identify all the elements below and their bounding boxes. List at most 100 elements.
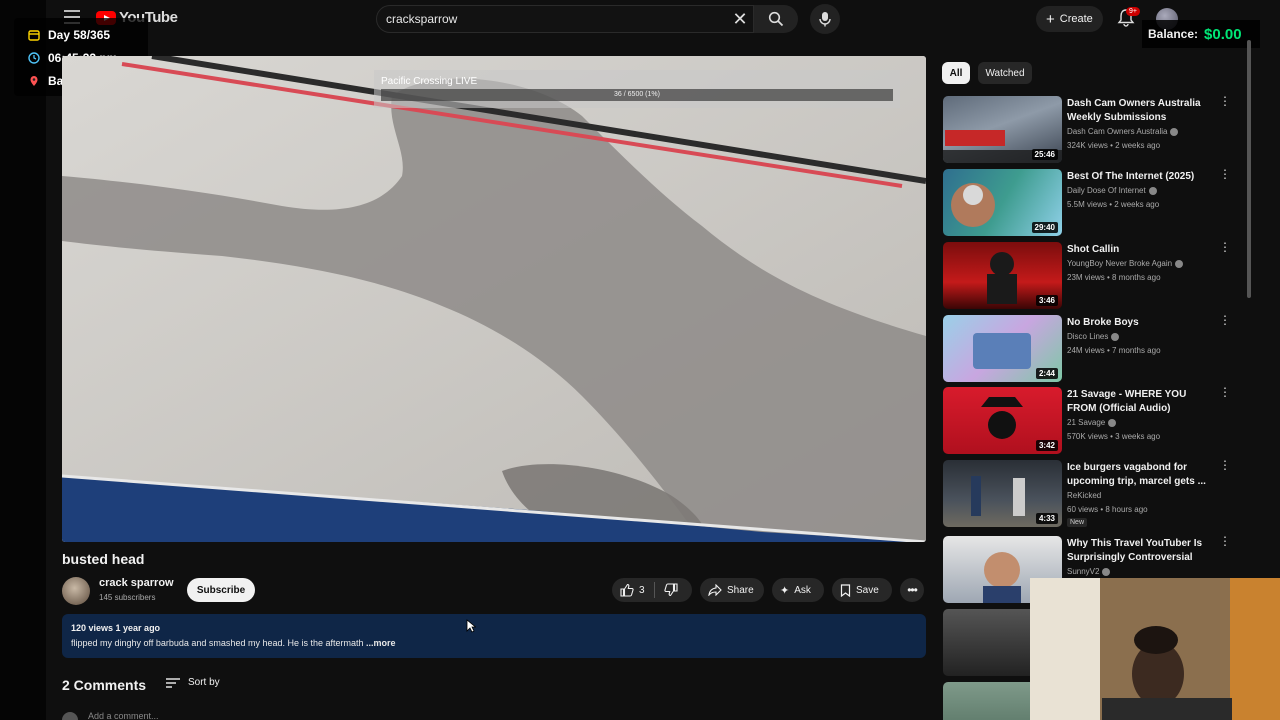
more-options-icon[interactable]: ⋮ (1219, 535, 1231, 547)
channel-name[interactable]: crack sparrow (99, 577, 174, 589)
verified-icon (1175, 259, 1184, 268)
recommendation-item[interactable]: 3:46 Shot Callin YoungBoy Never Broke Ag… (943, 241, 1233, 310)
recommendation-item[interactable]: 25:46 Dash Cam Owners Australia Weekly S… (943, 95, 1233, 164)
recommendation-title[interactable]: Ice burgers vagabond for upcoming trip, … (1067, 461, 1215, 489)
video-thumbnail[interactable]: 4:33 (943, 460, 1062, 527)
like-dislike-group: 3 (612, 578, 692, 602)
video-thumbnail[interactable]: 3:42 (943, 387, 1062, 454)
recommendation-title[interactable]: 21 Savage - WHERE YOU FROM (Official Aud… (1067, 388, 1215, 416)
recommendation-title[interactable]: Why This Travel YouTuber Is Surprisingly… (1067, 537, 1215, 565)
duration-badge: 4:33 (1035, 513, 1058, 524)
left-edge-shade (0, 0, 46, 720)
recommendation-title[interactable]: No Broke Boys (1067, 316, 1215, 330)
share-label: Share (727, 584, 754, 596)
thumbs-down-icon[interactable] (663, 583, 678, 597)
recommendation-item[interactable]: 4:33 Ice burgers vagabond for upcoming t… (943, 459, 1233, 528)
add-comment-field[interactable]: Add a comment... (62, 711, 462, 720)
video-frame (62, 56, 926, 542)
balance-overlay: Balance: $0.00 (1142, 20, 1260, 48)
video-player[interactable]: Pacific Crossing LIVE 36 / 6500 (1%) (62, 56, 926, 542)
duration-badge: 25:46 (1031, 149, 1058, 160)
recommendation-channel[interactable]: ReKicked (1067, 491, 1101, 500)
more-options-icon[interactable]: ⋮ (1219, 386, 1231, 398)
save-label: Save (856, 584, 879, 596)
search-input[interactable]: cracksparrow (376, 5, 754, 33)
more-horizontal-icon: ••• (907, 583, 918, 597)
clock-icon (28, 51, 40, 64)
more-options-icon[interactable]: ⋮ (1219, 241, 1231, 253)
like-count[interactable]: 3 (639, 585, 645, 596)
view-date-meta: 120 views 1 year ago (71, 623, 161, 633)
channel-label: YoungBoy Never Broke Again (1067, 259, 1173, 268)
location-pin-icon (30, 75, 38, 86)
verified-icon (1111, 332, 1120, 341)
sparkle-icon: ✦ (780, 584, 790, 597)
verified-icon (1170, 127, 1179, 136)
search-button[interactable] (754, 5, 798, 33)
notification-count-badge: 9+ (1126, 7, 1140, 16)
ask-button[interactable]: ✦ Ask (772, 578, 824, 602)
duration-badge: 29:40 (1031, 222, 1058, 233)
sort-label: Sort by (188, 677, 220, 688)
sidebar-scrollbar[interactable] (1247, 40, 1251, 298)
webcam-feed (1030, 578, 1280, 720)
thumbs-up-icon[interactable] (620, 583, 634, 597)
recommendation-title[interactable]: Dash Cam Owners Australia Weekly Submiss… (1067, 97, 1215, 125)
recommendation-title[interactable]: Shot Callin (1067, 243, 1215, 257)
recommendation-meta: 60 views • 8 hours ago (1067, 505, 1148, 514)
recommendation-channel[interactable]: YoungBoy Never Broke Again (1067, 259, 1184, 268)
video-thumbnail[interactable]: 29:40 (943, 169, 1062, 236)
create-button[interactable]: + Create (1036, 6, 1103, 32)
more-actions-button[interactable]: ••• (900, 578, 924, 602)
recommendation-channel[interactable]: Disco Lines (1067, 332, 1120, 341)
ask-label: Ask (794, 584, 811, 596)
video-thumbnail[interactable]: 2:44 (943, 315, 1062, 382)
day-text: Day 58/365 (48, 27, 111, 42)
youtube-watch-page: YouTube cracksparrow ✕ + Create 9+ Day 5… (0, 0, 1280, 720)
channel-label: 21 Savage (1067, 418, 1106, 427)
voice-search-button[interactable] (810, 4, 840, 34)
recommendation-channel[interactable]: SunnyV2 (1067, 567, 1111, 576)
description-body: flipped my dinghy off barbuda and smashe… (71, 638, 364, 648)
video-title: busted head (62, 551, 145, 567)
subscribe-button[interactable]: Subscribe (187, 578, 255, 602)
recommendation-item[interactable]: 2:44 No Broke Boys Disco Lines 24M views… (943, 314, 1233, 383)
channel-label: Disco Lines (1067, 332, 1109, 341)
video-thumbnail[interactable]: 3:46 (943, 242, 1062, 309)
share-button[interactable]: Share (700, 578, 764, 602)
channel-avatar[interactable] (62, 577, 90, 605)
description-box[interactable]: 120 views 1 year ago flipped my dinghy o… (62, 614, 926, 658)
plus-icon: + (1046, 10, 1055, 28)
verified-icon (1148, 186, 1157, 195)
balance-value: $0.00 (1204, 25, 1242, 43)
more-options-icon[interactable]: ⋮ (1219, 95, 1231, 107)
create-label: Create (1059, 13, 1093, 25)
verified-icon (1108, 418, 1117, 427)
sort-comments-button[interactable]: Sort by (166, 677, 220, 688)
more-options-icon[interactable]: ⋮ (1219, 459, 1231, 471)
video-thumbnail[interactable]: 25:46 (943, 96, 1062, 163)
save-button[interactable]: Save (832, 578, 892, 602)
recommendation-item[interactable]: 29:40 Best Of The Internet (2025) Daily … (943, 168, 1233, 237)
new-badge: New (1067, 518, 1088, 527)
recommendation-title[interactable]: Best Of The Internet (2025) (1067, 170, 1215, 184)
duration-badge: 3:46 (1035, 295, 1058, 306)
more-options-icon[interactable]: ⋮ (1219, 314, 1231, 326)
recommendation-channel[interactable]: 21 Savage (1067, 418, 1117, 427)
balance-label: Balance: (1148, 27, 1199, 41)
recommendation-item[interactable]: 3:42 21 Savage - WHERE YOU FROM (Officia… (943, 386, 1233, 455)
recommendation-channel[interactable]: Dash Cam Owners Australia (1067, 127, 1179, 136)
clear-search-icon[interactable]: ✕ (728, 7, 752, 31)
search-icon (768, 11, 784, 27)
share-icon (708, 584, 722, 596)
chip-watched[interactable]: Watched (978, 62, 1032, 84)
live-progress-bar: 36 / 6500 (1%) (381, 89, 893, 101)
recommendation-channel[interactable]: Daily Dose Of Internet (1067, 186, 1157, 195)
microphone-icon (819, 12, 831, 27)
live-title: Pacific Crossing LIVE (381, 76, 478, 87)
more-options-icon[interactable]: ⋮ (1219, 168, 1231, 180)
chip-all[interactable]: All (942, 62, 970, 84)
recommendation-meta: 570K views • 3 weeks ago (1067, 432, 1161, 441)
like-divider (653, 582, 655, 598)
show-more-link[interactable]: ...more (366, 638, 396, 648)
